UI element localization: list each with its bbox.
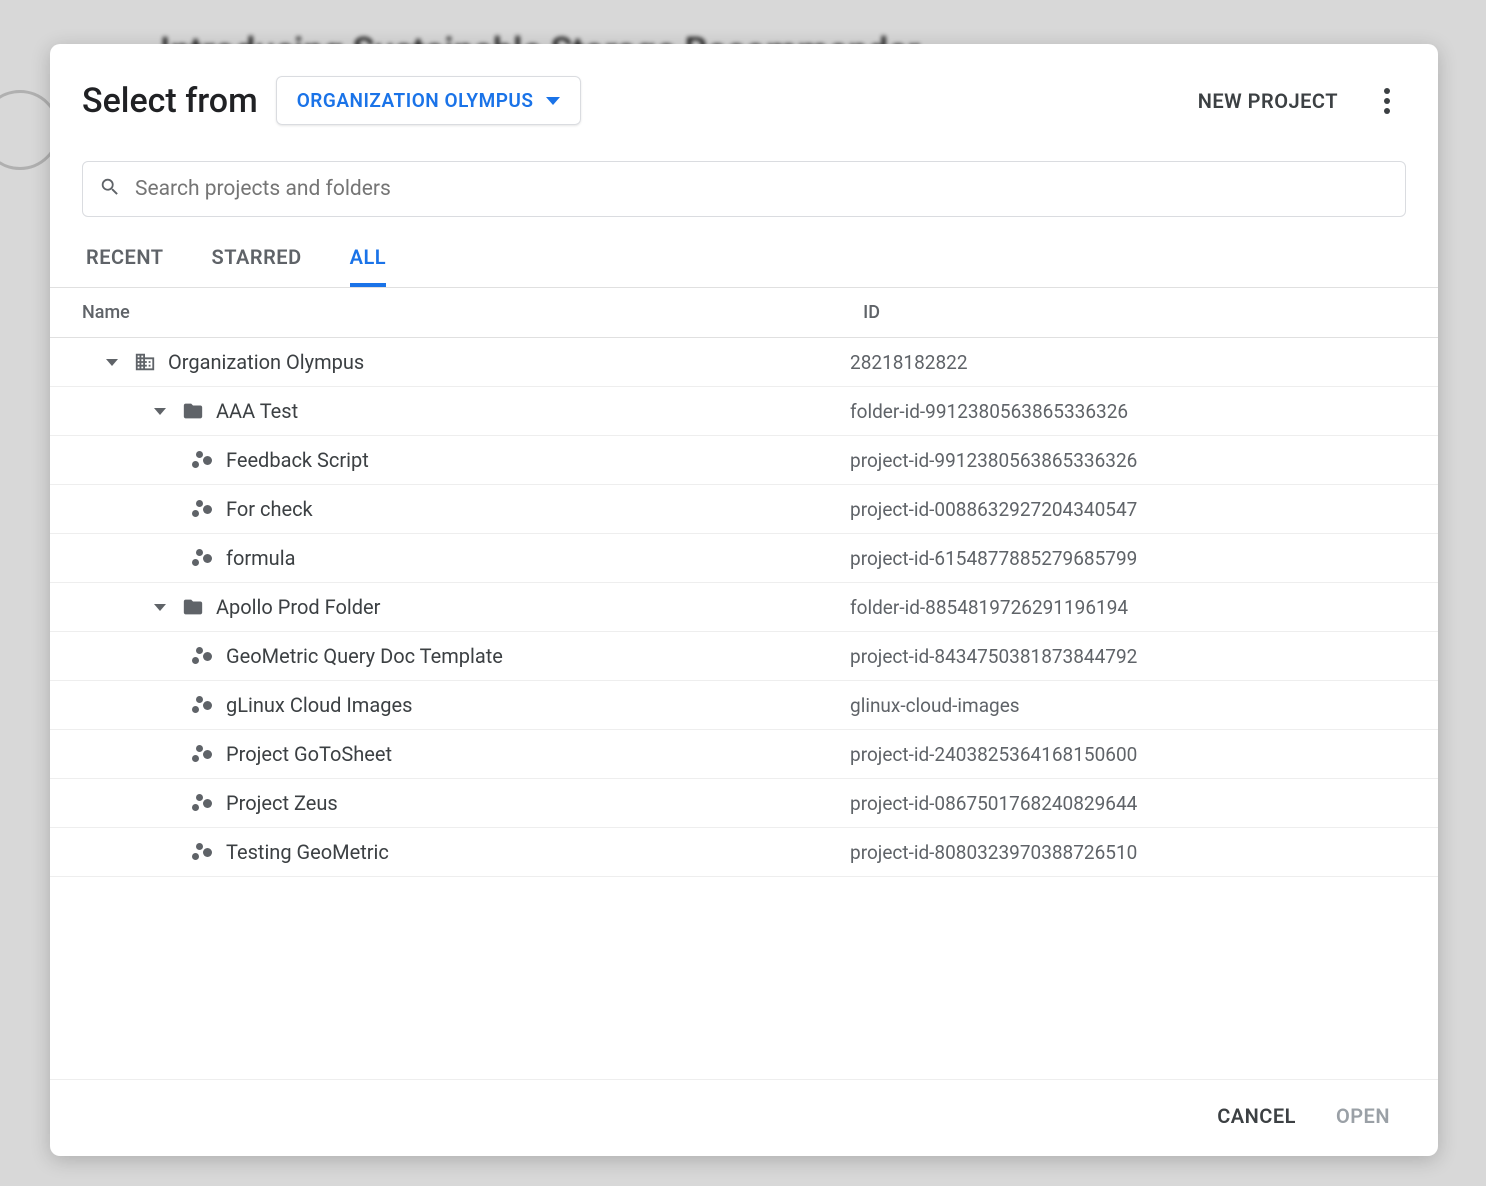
- row-name-cell: Organization Olympus: [50, 350, 850, 374]
- tab-all[interactable]: ALL: [350, 245, 386, 287]
- open-button[interactable]: OPEN: [1336, 1104, 1390, 1128]
- row-name-cell: AAA Test: [50, 399, 850, 423]
- row-name: Project Zeus: [226, 791, 338, 815]
- modal-header: Select from ORGANIZATION OLYMPUS NEW PRO…: [50, 76, 1438, 125]
- tabs: RECENT STARRED ALL: [50, 217, 1438, 288]
- row-name: Feedback Script: [226, 448, 369, 472]
- project-icon: [192, 498, 214, 520]
- tree-row[interactable]: gLinux Cloud Images glinux-cloud-images: [50, 681, 1438, 730]
- more-vert-icon[interactable]: [1368, 80, 1406, 122]
- search-input[interactable]: [135, 177, 1389, 201]
- row-name-cell: Project Zeus: [50, 791, 850, 815]
- tree-row[interactable]: For check project-id-0088632927204340547: [50, 485, 1438, 534]
- organization-selector-label: ORGANIZATION OLYMPUS: [297, 89, 534, 112]
- tree-row[interactable]: Testing GeoMetric project-id-808032397038…: [50, 828, 1438, 877]
- row-name: formula: [226, 546, 295, 570]
- row-id: project-id-9912380563865336326: [850, 449, 1406, 472]
- row-name-cell: Project GoToSheet: [50, 742, 850, 766]
- row-name-cell: For check: [50, 497, 850, 521]
- row-name: gLinux Cloud Images: [226, 693, 412, 717]
- tree-row[interactable]: Apollo Prod Folder folder-id-885481972629…: [50, 583, 1438, 632]
- table-header: Name ID: [50, 288, 1438, 338]
- folder-icon: [182, 596, 204, 618]
- project-icon: [192, 547, 214, 569]
- project-icon: [192, 694, 214, 716]
- column-header-name: Name: [82, 302, 863, 323]
- row-id: project-id-6154877885279685799: [850, 547, 1406, 570]
- tree-row[interactable]: GeoMetric Query Doc Template project-id-8…: [50, 632, 1438, 681]
- row-name-cell: Feedback Script: [50, 448, 850, 472]
- tree-row[interactable]: Project GoToSheet project-id-240382536416…: [50, 730, 1438, 779]
- row-name: Apollo Prod Folder: [216, 595, 380, 619]
- row-name-cell: Testing GeoMetric: [50, 840, 850, 864]
- search-icon: [99, 176, 121, 202]
- tree-row[interactable]: formula project-id-6154877885279685799: [50, 534, 1438, 583]
- row-name-cell: Apollo Prod Folder: [50, 595, 850, 619]
- row-id: 28218182822: [850, 351, 1406, 374]
- tab-recent[interactable]: RECENT: [86, 245, 164, 287]
- row-name: AAA Test: [216, 399, 298, 423]
- modal-title: Select from: [82, 81, 258, 121]
- expand-caret-icon[interactable]: [154, 604, 166, 611]
- tab-starred[interactable]: STARRED: [212, 245, 302, 287]
- project-icon: [192, 743, 214, 765]
- project-icon: [192, 792, 214, 814]
- expand-caret-icon[interactable]: [106, 359, 118, 366]
- tree-row[interactable]: Organization Olympus 28218182822: [50, 338, 1438, 387]
- column-header-id: ID: [863, 302, 1406, 323]
- project-icon: [192, 449, 214, 471]
- row-id: project-id-2403825364168150600: [850, 743, 1406, 766]
- row-id: project-id-8080323970388726510: [850, 841, 1406, 864]
- tree-row[interactable]: AAA Test folder-id-9912380563865336326: [50, 387, 1438, 436]
- row-name: For check: [226, 497, 313, 521]
- cancel-button[interactable]: CANCEL: [1217, 1104, 1296, 1128]
- expand-caret-icon[interactable]: [154, 408, 166, 415]
- modal-footer: CANCEL OPEN: [50, 1079, 1438, 1156]
- row-id: project-id-8434750381873844792: [850, 645, 1406, 668]
- tree-row[interactable]: Feedback Script project-id-99123805638653…: [50, 436, 1438, 485]
- search-box[interactable]: [82, 161, 1406, 217]
- organization-icon: [134, 351, 156, 373]
- row-name: Project GoToSheet: [226, 742, 392, 766]
- organization-selector[interactable]: ORGANIZATION OLYMPUS: [276, 76, 581, 125]
- tree-row[interactable]: Project Zeus project-id-08675017682408296…: [50, 779, 1438, 828]
- new-project-button[interactable]: NEW PROJECT: [1186, 81, 1350, 121]
- row-id: project-id-0088632927204340547: [850, 498, 1406, 521]
- row-name: Organization Olympus: [168, 350, 364, 374]
- row-id: project-id-0867501768240829644: [850, 792, 1406, 815]
- project-icon: [192, 841, 214, 863]
- row-name-cell: GeoMetric Query Doc Template: [50, 644, 850, 668]
- row-id: glinux-cloud-images: [850, 694, 1406, 717]
- project-icon: [192, 645, 214, 667]
- row-id: folder-id-8854819726291196194: [850, 596, 1406, 619]
- row-name-cell: formula: [50, 546, 850, 570]
- chevron-down-icon: [546, 97, 560, 105]
- row-name: GeoMetric Query Doc Template: [226, 644, 503, 668]
- project-tree: Organization Olympus 28218182822 AAA Test f…: [50, 338, 1438, 1079]
- folder-icon: [182, 400, 204, 422]
- row-id: folder-id-9912380563865336326: [850, 400, 1406, 423]
- row-name: Testing GeoMetric: [226, 840, 389, 864]
- project-picker-modal: Select from ORGANIZATION OLYMPUS NEW PRO…: [50, 44, 1438, 1156]
- row-name-cell: gLinux Cloud Images: [50, 693, 850, 717]
